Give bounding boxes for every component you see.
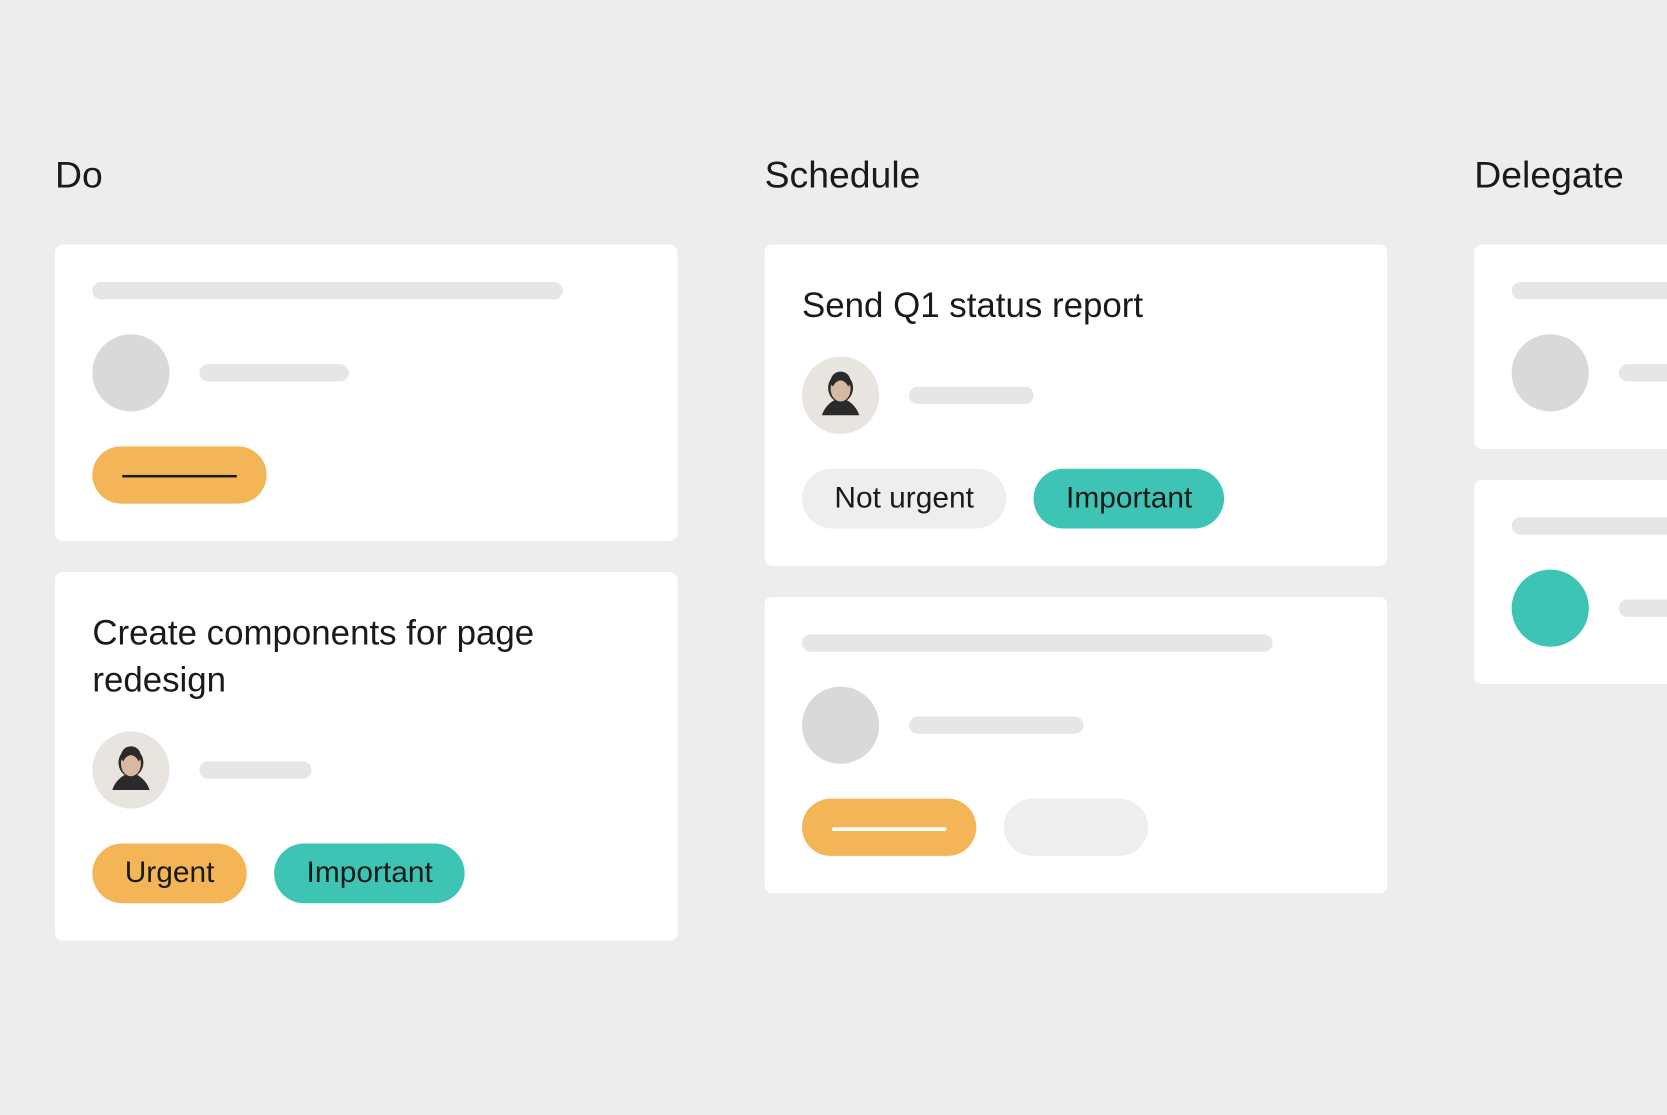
column-title-do: Do (55, 155, 678, 197)
column-title-delegate: Delegate (1474, 155, 1667, 197)
task-card[interactable] (55, 245, 678, 541)
tag-placeholder[interactable] (1004, 798, 1148, 855)
placeholder-assignee-name (199, 761, 311, 778)
task-card[interactable]: Send Q1 status report Not urgent Importa… (765, 245, 1388, 566)
tags-row: Urgent Important (92, 843, 640, 903)
avatar-icon (802, 356, 879, 433)
tag-important[interactable]: Important (274, 843, 465, 903)
task-card[interactable] (1474, 480, 1667, 684)
tags-row (802, 798, 1350, 855)
assignee-row (92, 334, 640, 411)
task-card[interactable]: Create components for page redesign Urge… (55, 572, 678, 940)
tag-urgent[interactable]: Urgent (92, 843, 246, 903)
tag-placeholder[interactable] (802, 798, 976, 855)
placeholder-title (1512, 517, 1667, 534)
kanban-board: Do Create components for page redesign (55, 155, 1667, 971)
task-title: Send Q1 status report (802, 282, 1350, 329)
placeholder-assignee-name (1619, 599, 1667, 616)
avatar-placeholder-icon (802, 686, 879, 763)
column-delegate: Delegate (1474, 155, 1667, 971)
placeholder-title (1512, 282, 1667, 299)
tags-row (92, 446, 640, 503)
assignee-row (1512, 334, 1667, 411)
task-title: Create components for page redesign (92, 609, 640, 703)
assignee-row (802, 356, 1350, 433)
placeholder-assignee-name (909, 386, 1034, 403)
assignee-row (802, 686, 1350, 763)
placeholder-assignee-name (1619, 364, 1667, 381)
avatar-placeholder-icon (92, 334, 169, 411)
task-card[interactable] (1474, 245, 1667, 449)
tags-row: Not urgent Important (802, 468, 1350, 528)
tag-not-urgent[interactable]: Not urgent (802, 468, 1006, 528)
column-title-schedule: Schedule (765, 155, 1388, 197)
assignee-row (1512, 570, 1667, 647)
placeholder-assignee-name (909, 716, 1083, 733)
avatar-icon (92, 731, 169, 808)
avatar-placeholder-icon (1512, 334, 1589, 411)
tag-important[interactable]: Important (1034, 468, 1225, 528)
placeholder-title (802, 634, 1273, 651)
column-do: Do Create components for page redesign (55, 155, 678, 971)
placeholder-title (92, 282, 563, 299)
avatar-placeholder-icon (1512, 570, 1589, 647)
tag-placeholder[interactable] (92, 446, 266, 503)
column-schedule: Schedule Send Q1 status report Not urgen… (765, 155, 1388, 971)
assignee-row (92, 731, 640, 808)
placeholder-assignee-name (199, 364, 348, 381)
task-card[interactable] (765, 597, 1388, 893)
